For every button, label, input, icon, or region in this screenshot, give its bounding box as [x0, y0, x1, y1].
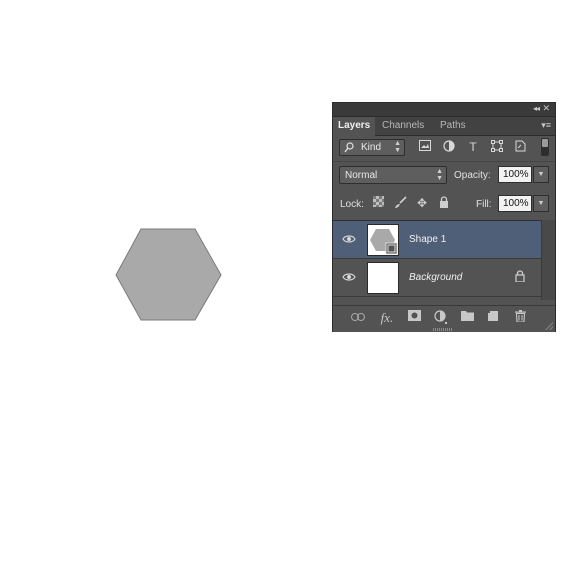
visibility-eye-icon[interactable] [342, 271, 356, 283]
collapse-icon[interactable]: ◂◂ [533, 104, 540, 113]
lock-all-icon[interactable] [437, 196, 451, 210]
lock-row: Lock: ✥ Fill: 100% ▼ [333, 190, 555, 219]
folder-icon[interactable] [459, 310, 475, 326]
panel-menu-icon[interactable]: ▾≡ [541, 120, 551, 131]
fill-dropdown[interactable]: ▼ [533, 195, 549, 212]
add-mask-icon[interactable] [406, 310, 422, 326]
shape-filter-icon[interactable] [490, 140, 504, 154]
adjustment-layer-icon[interactable] [433, 310, 449, 326]
opacity-field[interactable]: 100% [498, 166, 532, 183]
layers-panel: ◂◂ ✕ Layers Channels Paths ▾≡ Kind ▲ ▼ T… [332, 102, 556, 332]
lock-label: Lock: [340, 199, 364, 210]
fill-field[interactable]: 100% [498, 195, 532, 212]
panel-drag-handle[interactable] [433, 328, 453, 331]
hexagon-shape[interactable] [115, 228, 223, 322]
filter-kind-select[interactable]: Kind ▲ ▼ [339, 139, 405, 156]
type-filter-icon[interactable]: T [466, 140, 480, 154]
new-layer-icon[interactable] [485, 310, 501, 326]
tab-paths[interactable]: Paths [435, 117, 471, 135]
blend-row: Normal ▲ ▼ Opacity: 100% ▼ [333, 161, 555, 190]
layers-scrollbar[interactable] [541, 220, 555, 300]
resize-grip-icon[interactable] [545, 322, 553, 330]
image-filter-icon[interactable] [418, 140, 432, 154]
layer-lock-icon [515, 270, 527, 284]
lock-transparency-icon[interactable] [371, 196, 385, 210]
panel-title-bar[interactable]: ◂◂ ✕ [333, 103, 555, 117]
layer-name[interactable]: Background [409, 272, 462, 283]
layer-row-shape-1[interactable]: Shape 1 [333, 221, 541, 259]
blend-mode-select[interactable]: Normal ▲ ▼ [339, 166, 447, 184]
select-arrows-icon: ▲ ▼ [394, 140, 401, 154]
layer-thumbnail [367, 224, 399, 256]
fx-icon[interactable]: fx. [379, 310, 395, 326]
tab-layers[interactable]: Layers [333, 117, 376, 136]
visibility-eye-icon[interactable] [342, 233, 356, 245]
fill-label: Fill: [476, 199, 492, 210]
opacity-dropdown[interactable]: ▼ [533, 166, 549, 183]
move-icon[interactable]: ✥ [415, 196, 429, 210]
tab-channels[interactable]: Channels [377, 117, 429, 135]
opacity-label: Opacity: [454, 170, 491, 181]
link-layers-icon[interactable] [350, 310, 366, 326]
smart-object-filter-icon[interactable] [513, 140, 527, 154]
layer-thumbnail [367, 262, 399, 294]
layer-row-background[interactable]: Background [333, 259, 541, 297]
filter-kind-label: Kind [361, 142, 382, 153]
trash-icon[interactable] [512, 310, 528, 326]
blend-mode-label: Normal [345, 170, 378, 181]
close-icon[interactable]: ✕ [542, 103, 550, 114]
layer-name[interactable]: Shape 1 [409, 234, 446, 245]
panel-tabs: Layers Channels Paths ▾≡ [333, 117, 555, 136]
select-arrows-icon: ▲ ▼ [436, 168, 443, 182]
adjustment-filter-icon[interactable] [442, 140, 456, 154]
search-icon [344, 142, 354, 156]
panel-footer: fx. [333, 305, 555, 332]
brush-icon[interactable] [393, 196, 407, 210]
filter-toggle-switch[interactable] [541, 138, 549, 156]
filter-row: Kind ▲ ▼ T [333, 135, 555, 161]
layers-list: Shape 1 Background [333, 220, 541, 301]
document-canvas[interactable]: ◂◂ ✕ Layers Channels Paths ▾≡ Kind ▲ ▼ T… [0, 0, 569, 569]
